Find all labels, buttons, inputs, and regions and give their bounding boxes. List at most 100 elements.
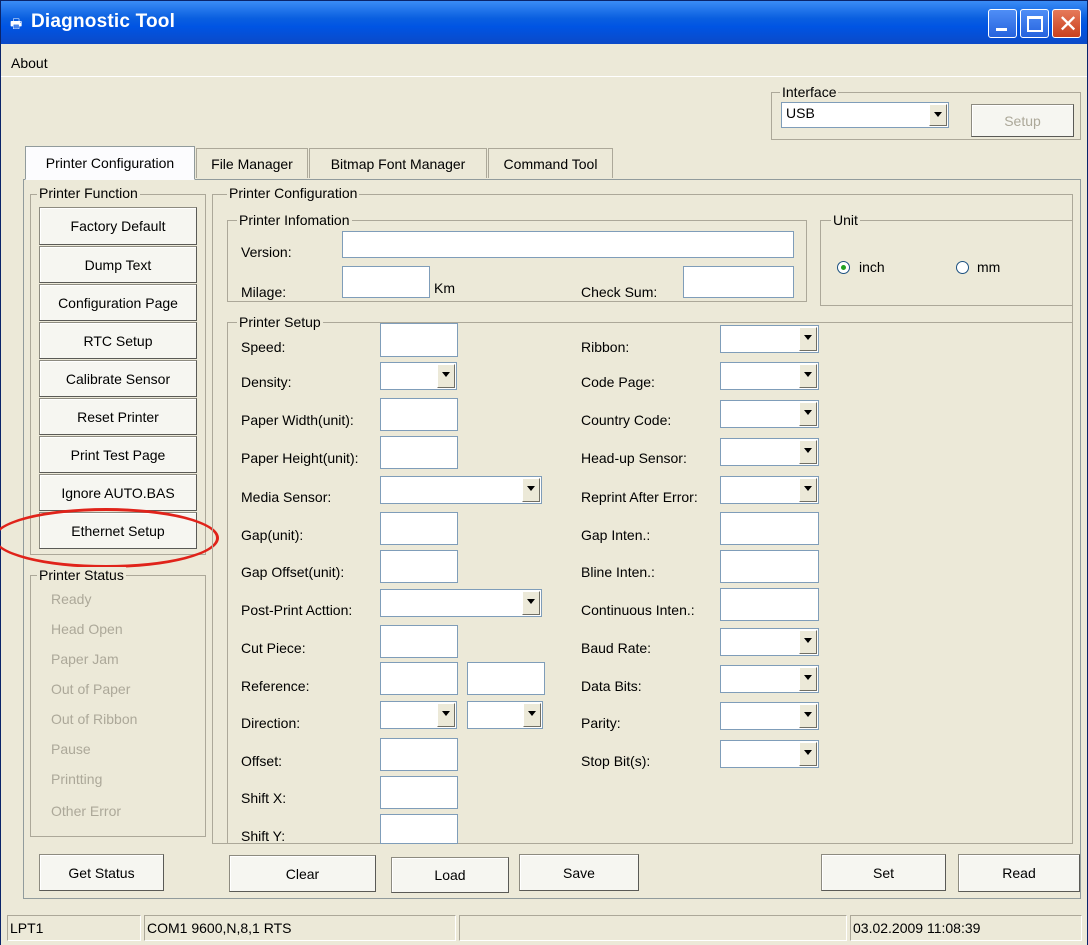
chevron-down-icon[interactable] — [799, 327, 817, 351]
menu-bar: About — [1, 44, 1087, 77]
reprint-after-error-select[interactable] — [720, 476, 819, 504]
rtc-setup-button[interactable]: RTC Setup — [39, 322, 197, 359]
minimize-button[interactable] — [988, 9, 1017, 38]
factory-default-button[interactable]: Factory Default — [39, 207, 197, 245]
printer-setup-title: Printer Setup — [237, 314, 323, 330]
offset-field[interactable] — [380, 738, 458, 771]
load-button[interactable]: Load — [391, 857, 509, 893]
interface-select[interactable]: USB — [781, 102, 949, 128]
chevron-down-icon[interactable] — [799, 440, 817, 464]
baud-rate-select[interactable] — [720, 628, 819, 656]
milage-field[interactable] — [342, 266, 430, 298]
tab-bitmap-font-manager[interactable]: Bitmap Font Manager — [309, 148, 487, 178]
status-bar: LPT1 COM1 9600,N,8,1 RTS 03.02.2009 11:0… — [1, 911, 1087, 945]
chevron-down-icon[interactable] — [437, 703, 455, 727]
calibrate-sensor-button[interactable]: Calibrate Sensor — [39, 360, 197, 397]
stop-bits-select[interactable] — [720, 740, 819, 768]
chevron-down-icon[interactable] — [799, 742, 817, 766]
chevron-down-icon[interactable] — [799, 630, 817, 654]
head-up-sensor-select[interactable] — [720, 438, 819, 466]
country-code-select[interactable] — [720, 400, 819, 428]
unit-mm-label[interactable]: mm — [977, 259, 1000, 275]
direction-select-1[interactable] — [380, 701, 457, 729]
density-label: Density: — [241, 374, 292, 390]
printer-status-group — [30, 575, 206, 837]
interface-setup-button[interactable]: Setup — [971, 104, 1074, 137]
bline-inten-field[interactable] — [720, 550, 819, 583]
continuous-inten-field[interactable] — [720, 588, 819, 621]
chevron-down-icon[interactable] — [799, 478, 817, 502]
chevron-down-icon[interactable] — [437, 364, 455, 388]
app-window: 🖶 Diagnostic Tool ✕ About Interface USB … — [0, 0, 1088, 945]
reference-label: Reference: — [241, 678, 310, 694]
continuous-inten-label: Continuous Inten.: — [581, 602, 695, 618]
unit-group — [820, 220, 1073, 306]
chevron-down-icon[interactable] — [799, 667, 817, 691]
post-print-action-select[interactable] — [380, 589, 542, 617]
save-button[interactable]: Save — [519, 854, 639, 891]
tab-printer-configuration[interactable]: Printer Configuration — [25, 146, 195, 180]
status-out-of-ribbon: Out of Ribbon — [51, 711, 138, 727]
stop-bits-label: Stop Bit(s): — [581, 753, 651, 769]
media-sensor-label: Media Sensor: — [241, 489, 332, 505]
gap-offset-field[interactable] — [380, 550, 458, 583]
shift-y-field[interactable] — [380, 814, 458, 844]
paper-width-field[interactable] — [380, 398, 458, 431]
reference-y-field[interactable] — [467, 662, 545, 695]
speed-field[interactable] — [380, 323, 458, 357]
checksum-field[interactable] — [683, 266, 794, 298]
media-sensor-select[interactable] — [380, 476, 542, 504]
menu-about[interactable]: About — [11, 55, 48, 71]
head-up-sensor-label: Head-up Sensor: — [581, 450, 687, 466]
version-label: Version: — [241, 244, 292, 260]
dump-text-button[interactable]: Dump Text — [39, 246, 197, 283]
cut-piece-field[interactable] — [380, 625, 458, 658]
code-page-label: Code Page: — [581, 374, 655, 390]
direction-select-2[interactable] — [467, 701, 543, 729]
clear-button[interactable]: Clear — [229, 855, 376, 892]
data-bits-select[interactable] — [720, 665, 819, 693]
reset-printer-button[interactable]: Reset Printer — [39, 398, 197, 435]
cut-piece-label: Cut Piece: — [241, 640, 306, 656]
chevron-down-icon[interactable] — [799, 402, 817, 426]
get-status-button[interactable]: Get Status — [39, 854, 164, 891]
unit-inch-radio[interactable] — [837, 261, 850, 274]
km-label: Km — [434, 280, 455, 296]
unit-mm-radio[interactable] — [956, 261, 969, 274]
chevron-down-icon[interactable] — [799, 364, 817, 388]
chevron-down-icon[interactable] — [522, 478, 540, 502]
close-button[interactable]: ✕ — [1052, 9, 1081, 38]
tab-command-tool[interactable]: Command Tool — [488, 148, 613, 178]
density-select[interactable] — [380, 362, 457, 390]
unit-inch-label[interactable]: inch — [859, 259, 885, 275]
red-highlight-circle — [0, 508, 219, 568]
minimize-icon — [996, 28, 1007, 31]
configuration-page-button[interactable]: Configuration Page — [39, 284, 197, 321]
chevron-down-icon[interactable] — [523, 703, 541, 727]
reference-x-field[interactable] — [380, 662, 458, 695]
shift-x-field[interactable] — [380, 776, 458, 809]
code-page-select[interactable] — [720, 362, 819, 390]
gap-inten-field[interactable] — [720, 512, 819, 545]
ribbon-select[interactable] — [720, 325, 819, 353]
paper-height-label: Paper Height(unit): — [241, 450, 359, 466]
chevron-down-icon[interactable] — [929, 104, 947, 126]
reprint-after-error-label: Reprint After Error: — [581, 489, 698, 505]
ignore-auto-bas-button[interactable]: Ignore AUTO.BAS — [39, 474, 197, 511]
tab-file-manager[interactable]: File Manager — [196, 148, 308, 178]
paper-height-field[interactable] — [380, 436, 458, 469]
parity-select[interactable] — [720, 702, 819, 730]
gap-field[interactable] — [380, 512, 458, 545]
status-pause: Pause — [51, 741, 91, 757]
chevron-down-icon[interactable] — [522, 591, 540, 615]
maximize-icon — [1027, 16, 1043, 32]
chevron-down-icon[interactable] — [799, 704, 817, 728]
print-test-page-button[interactable]: Print Test Page — [39, 436, 197, 473]
status-paper-jam: Paper Jam — [51, 651, 119, 667]
read-button[interactable]: Read — [958, 854, 1080, 892]
title-bar[interactable]: 🖶 Diagnostic Tool ✕ — [1, 1, 1087, 44]
set-button[interactable]: Set — [821, 854, 946, 891]
printer-information-title: Printer Infomation — [237, 212, 352, 228]
version-field[interactable] — [342, 231, 794, 258]
maximize-button[interactable] — [1020, 9, 1049, 38]
